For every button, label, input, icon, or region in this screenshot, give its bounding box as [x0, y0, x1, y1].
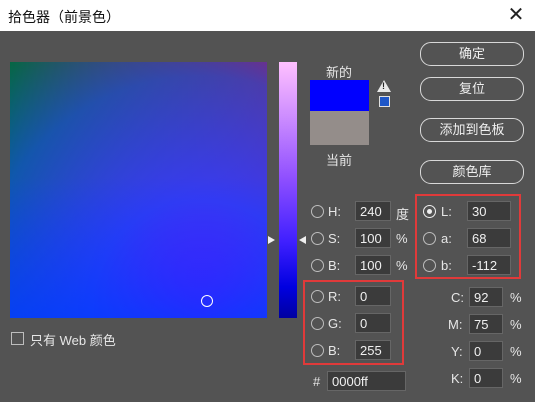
radio-a[interactable]	[423, 232, 436, 245]
h-label: H:	[328, 204, 341, 219]
h-input[interactable]: 240	[355, 201, 391, 221]
l-label: L:	[441, 204, 452, 219]
g-input[interactable]: 0	[355, 313, 391, 333]
slider-arrow-right-icon[interactable]	[299, 236, 306, 244]
s-unit: %	[396, 231, 408, 246]
a-input[interactable]: 68	[467, 228, 511, 248]
dialog-title: 拾色器（前景色）	[8, 9, 120, 25]
hsb-b-unit: %	[396, 258, 408, 273]
color-field[interactable]	[10, 62, 267, 318]
lab-b-label: b:	[441, 258, 452, 273]
g-label: G:	[328, 316, 342, 331]
radio-l[interactable]	[423, 205, 436, 218]
radio-h[interactable]	[311, 205, 324, 218]
s-label: S:	[328, 231, 341, 246]
current-color-swatch[interactable]	[310, 111, 369, 145]
radio-g[interactable]	[311, 317, 324, 330]
only-web-colors-label: 只有 Web 颜色	[30, 333, 116, 348]
color-field-marker[interactable]	[201, 295, 213, 307]
lab-b-input[interactable]: -112	[467, 255, 511, 275]
s-input[interactable]: 100	[355, 228, 391, 248]
hex-label: #	[313, 374, 321, 389]
hsb-b-input[interactable]: 100	[355, 255, 391, 275]
y-label: Y:	[451, 344, 463, 359]
c-unit: %	[510, 290, 522, 305]
title-bar: 拾色器（前景色） ✕	[0, 0, 535, 31]
c-label: C:	[451, 290, 464, 305]
color-libraries-button[interactable]: 颜色库	[420, 160, 524, 184]
radio-r[interactable]	[311, 290, 324, 303]
h-unit: 度	[396, 207, 410, 222]
hue-slider[interactable]	[279, 62, 297, 318]
hsb-b-label: B:	[328, 258, 341, 273]
m-unit: %	[510, 317, 522, 332]
l-input[interactable]: 30	[467, 201, 511, 221]
radio-s[interactable]	[311, 232, 324, 245]
k-label: K:	[451, 371, 464, 386]
new-color-swatch	[310, 80, 369, 111]
reset-button[interactable]: 复位	[420, 77, 524, 101]
rgb-b-label: B:	[328, 343, 341, 358]
c-input[interactable]: 92	[469, 287, 503, 307]
slider-arrow-left-icon[interactable]	[268, 236, 275, 244]
only-web-colors-checkbox[interactable]	[11, 332, 24, 345]
ok-button[interactable]: 确定	[420, 42, 524, 66]
add-to-swatches-button[interactable]: 添加到色板	[420, 118, 524, 142]
y-input[interactable]: 0	[469, 341, 503, 361]
radio-lab-b[interactable]	[423, 259, 436, 272]
hex-input[interactable]: 0000ff	[327, 371, 406, 391]
k-unit: %	[510, 371, 522, 386]
y-unit: %	[510, 344, 522, 359]
k-input[interactable]: 0	[469, 368, 503, 388]
radio-rgb-b[interactable]	[311, 344, 324, 357]
radio-hsb-b[interactable]	[311, 259, 324, 272]
rgb-b-input[interactable]: 255	[355, 340, 391, 360]
m-input[interactable]: 75	[469, 314, 503, 334]
gamut-warning-icon[interactable]: !	[377, 80, 391, 92]
web-safe-color-icon[interactable]	[379, 96, 390, 107]
m-label: M:	[448, 317, 463, 332]
r-label: R:	[328, 289, 341, 304]
color-field-overlay-2	[10, 62, 267, 318]
a-label: a:	[441, 231, 452, 246]
new-color-label: 新的	[326, 65, 353, 80]
current-color-label: 当前	[326, 153, 353, 168]
r-input[interactable]: 0	[355, 286, 391, 306]
close-icon[interactable]: ✕	[505, 3, 527, 27]
